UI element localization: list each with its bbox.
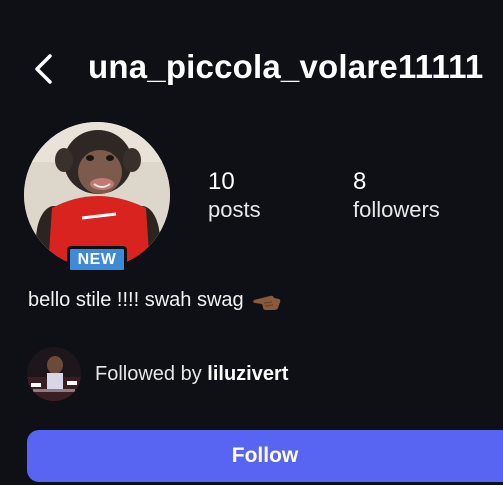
followers-count: 8: [353, 168, 367, 195]
followers-label: followers: [353, 197, 440, 222]
followed-by-prefix: Followed by: [95, 362, 202, 385]
posts-label: posts: [208, 197, 261, 222]
followers-stat[interactable]: 8 followers: [353, 168, 440, 224]
followed-by-name[interactable]: liluzivert: [207, 363, 288, 385]
bio-text: bello stile !!!! swah swag: [28, 289, 244, 311]
followed-by-text: Followed by liluzivert: [95, 363, 288, 386]
profile-username: una_piccola_volare11111: [88, 48, 484, 85]
profile-header: una_piccola_volare11111: [0, 42, 503, 98]
avatar-container[interactable]: NEW: [24, 122, 170, 273]
posts-stat[interactable]: 10 posts: [208, 168, 261, 224]
new-badge: NEW: [67, 246, 127, 273]
posts-count: 10: [208, 168, 235, 195]
profile-bio: bello stile !!!! swah swag: [28, 289, 282, 312]
follow-button[interactable]: Follow: [27, 430, 503, 482]
follower-avatar[interactable]: [27, 347, 81, 401]
chevron-left-icon[interactable]: [28, 52, 62, 86]
followed-by-row[interactable]: Followed by liluzivert: [27, 346, 288, 402]
follower-photo-icon: [27, 347, 81, 401]
pointing-hand-emoji-icon: [252, 295, 280, 310]
